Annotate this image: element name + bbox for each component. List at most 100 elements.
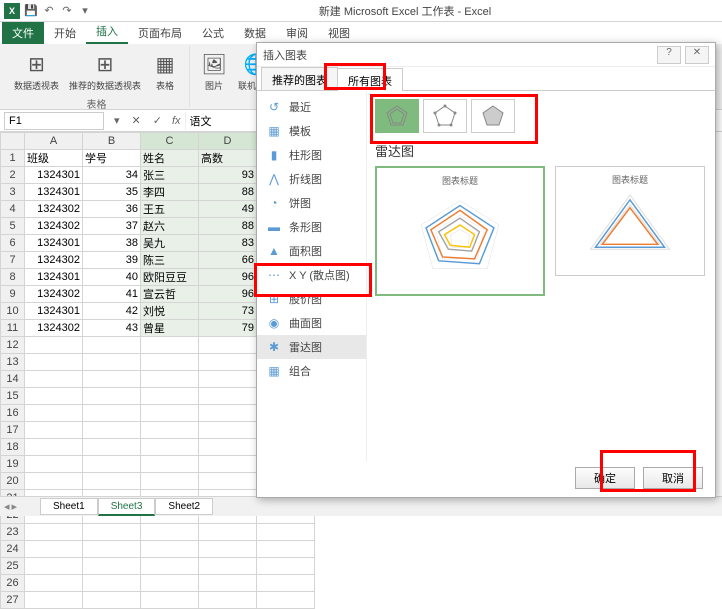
cell[interactable]	[83, 524, 141, 541]
row-header[interactable]: 1	[1, 150, 25, 167]
cell[interactable]	[25, 388, 83, 405]
cell[interactable]	[257, 541, 315, 558]
row-header[interactable]: 24	[1, 541, 25, 558]
cell[interactable]	[25, 405, 83, 422]
cell[interactable]: 王五	[141, 201, 199, 218]
picture-button[interactable]: 🖼图片	[196, 48, 232, 94]
cell[interactable]: 1324302	[25, 252, 83, 269]
cell[interactable]	[141, 337, 199, 354]
sheet-nav-next-icon[interactable]: ▸	[12, 500, 18, 513]
cell[interactable]	[25, 473, 83, 490]
cell[interactable]	[257, 524, 315, 541]
cell[interactable]	[199, 388, 257, 405]
chart-type-饼图[interactable]: ◔饼图	[257, 191, 366, 215]
cancel-formula-icon[interactable]: ✕	[126, 114, 147, 127]
cell[interactable]	[199, 422, 257, 439]
cell[interactable]	[25, 422, 83, 439]
col-header[interactable]: A	[25, 133, 83, 150]
row-header[interactable]: 5	[1, 218, 25, 235]
row-header[interactable]: 11	[1, 320, 25, 337]
ok-button[interactable]: 确定	[575, 467, 635, 489]
pivot-table-button[interactable]: ⊞数据透视表	[10, 48, 63, 94]
row-header[interactable]: 9	[1, 286, 25, 303]
cell[interactable]	[83, 541, 141, 558]
cell[interactable]: 42	[83, 303, 141, 320]
cell[interactable]: 1324301	[25, 167, 83, 184]
cell[interactable]: 宣云哲	[141, 286, 199, 303]
tab-review[interactable]: 审阅	[276, 22, 318, 44]
cell[interactable]	[141, 473, 199, 490]
cell[interactable]: 34	[83, 167, 141, 184]
cell[interactable]	[199, 337, 257, 354]
tab-file[interactable]: 文件	[2, 22, 44, 44]
cell[interactable]	[25, 575, 83, 592]
sheet-tab-sheet2[interactable]: Sheet2	[155, 498, 213, 515]
cell[interactable]	[199, 524, 257, 541]
name-box[interactable]: F1	[4, 112, 104, 130]
cell[interactable]: 93	[199, 167, 257, 184]
dialog-close-button[interactable]: ✕	[685, 46, 709, 64]
cell[interactable]	[199, 592, 257, 609]
row-header[interactable]: 4	[1, 201, 25, 218]
dialog-help-button[interactable]: ?	[657, 46, 681, 64]
cell[interactable]: 83	[199, 235, 257, 252]
cell[interactable]	[25, 524, 83, 541]
cell[interactable]	[199, 473, 257, 490]
row-header[interactable]: 6	[1, 235, 25, 252]
cell[interactable]: 1324301	[25, 303, 83, 320]
undo-icon[interactable]: ↶	[42, 4, 56, 18]
cell[interactable]	[25, 371, 83, 388]
cell[interactable]	[83, 337, 141, 354]
cell[interactable]	[25, 592, 83, 609]
cell[interactable]: 79	[199, 320, 257, 337]
chart-preview-1[interactable]: 图表标题	[375, 166, 545, 296]
cell[interactable]	[141, 371, 199, 388]
cell[interactable]: 73	[199, 303, 257, 320]
cell[interactable]: 43	[83, 320, 141, 337]
table-button[interactable]: ▦表格	[147, 48, 183, 94]
cell[interactable]: 欧阳豆豆	[141, 269, 199, 286]
row-header[interactable]: 14	[1, 371, 25, 388]
header-cell[interactable]: 高数	[199, 150, 257, 167]
cell[interactable]	[199, 558, 257, 575]
cell[interactable]	[83, 371, 141, 388]
cell[interactable]: 38	[83, 235, 141, 252]
cell[interactable]	[25, 558, 83, 575]
tab-insert[interactable]: 插入	[86, 20, 128, 44]
cell[interactable]	[83, 456, 141, 473]
cell[interactable]: 39	[83, 252, 141, 269]
cell[interactable]: 96	[199, 286, 257, 303]
cell[interactable]	[141, 354, 199, 371]
cell[interactable]	[199, 456, 257, 473]
cell[interactable]: 88	[199, 184, 257, 201]
chart-type-组合[interactable]: ▦组合	[257, 359, 366, 383]
cell[interactable]: 赵六	[141, 218, 199, 235]
chart-type-雷达图[interactable]: ✱雷达图	[257, 335, 366, 359]
sheet-tab-sheet1[interactable]: Sheet1	[40, 498, 98, 515]
chart-preview-2[interactable]: 图表标题	[555, 166, 705, 276]
sheet-tab-sheet3[interactable]: Sheet3	[98, 498, 156, 516]
cell[interactable]: 37	[83, 218, 141, 235]
cell[interactable]	[83, 575, 141, 592]
tab-view[interactable]: 视图	[318, 22, 360, 44]
row-header[interactable]: 20	[1, 473, 25, 490]
cell[interactable]	[83, 422, 141, 439]
cell[interactable]: 李四	[141, 184, 199, 201]
row-header[interactable]: 18	[1, 439, 25, 456]
cell[interactable]	[83, 592, 141, 609]
row-header[interactable]: 23	[1, 524, 25, 541]
cell[interactable]: 66	[199, 252, 257, 269]
cell[interactable]	[141, 456, 199, 473]
row-header[interactable]: 26	[1, 575, 25, 592]
fx-icon[interactable]: fx	[168, 115, 185, 127]
cell[interactable]	[199, 371, 257, 388]
cell[interactable]: 1324302	[25, 201, 83, 218]
cell[interactable]	[257, 592, 315, 609]
header-cell[interactable]: 学号	[83, 150, 141, 167]
col-header[interactable]: D	[199, 133, 257, 150]
cell[interactable]: 36	[83, 201, 141, 218]
cell[interactable]	[25, 337, 83, 354]
tab-layout[interactable]: 页面布局	[128, 22, 192, 44]
qat-more-icon[interactable]: ▾	[78, 4, 92, 18]
save-icon[interactable]: 💾	[24, 4, 38, 18]
